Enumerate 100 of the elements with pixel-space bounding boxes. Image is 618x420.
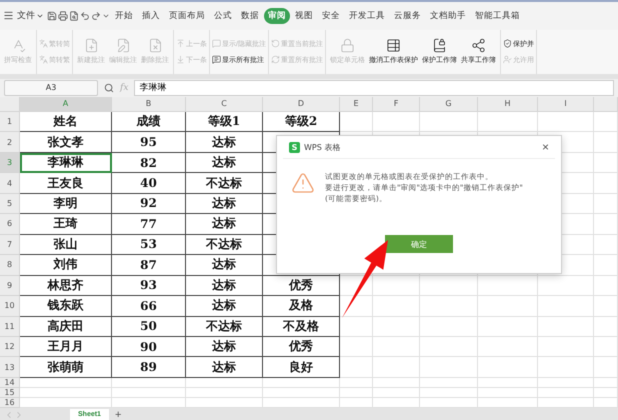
menu-tab[interactable]: 插入: [138, 8, 164, 24]
menu-tab[interactable]: 页面布局: [165, 8, 209, 24]
empty-cell: [340, 337, 373, 358]
empty-cell: [594, 276, 618, 296]
table-cell: 90: [112, 337, 186, 358]
column-header[interactable]: C: [186, 96, 263, 112]
row-header[interactable]: 5: [0, 194, 20, 214]
empty-cell: [538, 296, 594, 317]
row-header[interactable]: 12: [0, 337, 20, 358]
column-header[interactable]: H: [478, 96, 538, 112]
share-icon: [470, 38, 486, 54]
menu-tab[interactable]: 云服务: [390, 8, 425, 24]
menu-tab[interactable]: 智能工具箱: [471, 8, 524, 24]
menu-tab[interactable]: 安全: [318, 8, 344, 24]
empty-cell: [340, 388, 373, 398]
user-check-icon: [502, 55, 512, 64]
table-cell: 张文孝: [20, 132, 112, 153]
redo-icon[interactable]: [91, 10, 101, 21]
comment-text-icon: [212, 55, 221, 64]
table-cell: 李明: [20, 194, 112, 214]
row-header[interactable]: 6: [0, 214, 20, 235]
zoom-icon[interactable]: [104, 82, 114, 93]
empty-cell: [594, 388, 618, 398]
table-cell: 等级2: [263, 112, 340, 132]
row-header[interactable]: 11: [0, 316, 20, 338]
close-button[interactable]: ×: [542, 140, 549, 154]
column-header[interactable]: D: [263, 96, 340, 112]
table-cell: 高庆田: [20, 316, 112, 338]
row-header[interactable]: 8: [0, 255, 20, 276]
undo-icon[interactable]: [80, 10, 90, 21]
file-menu[interactable]: 文件: [15, 9, 46, 22]
empty-cell: [538, 378, 594, 388]
empty-cell: [373, 388, 420, 398]
empty-cell: [478, 388, 538, 398]
table-cell: 刘伟: [20, 255, 112, 276]
column-header[interactable]: B: [112, 96, 186, 112]
row-header[interactable]: 16: [0, 398, 20, 408]
row-header[interactable]: 10: [0, 296, 20, 317]
table-cell: 张山: [20, 234, 112, 256]
printer-icon[interactable]: [58, 10, 68, 21]
column-header[interactable]: G: [420, 96, 478, 112]
table-cell: 93: [112, 276, 186, 296]
menu-tab[interactable]: 开发工具: [345, 8, 389, 24]
translate-icon: [39, 55, 48, 64]
empty-cell: [594, 152, 618, 174]
empty-cell: [594, 255, 618, 276]
save-icon[interactable]: [47, 10, 57, 21]
row-header[interactable]: 7: [0, 234, 20, 256]
table-cell: 王友良: [20, 173, 112, 194]
menu-tab[interactable]: 开始: [111, 8, 137, 24]
table-cell: 达标: [186, 255, 263, 276]
dialog-title: WPS 表格: [304, 142, 342, 152]
empty-cell: [420, 112, 478, 132]
arrow-down-icon: [176, 55, 185, 64]
document-x-icon: [148, 38, 162, 54]
table-cell: 77: [112, 214, 186, 235]
column-header[interactable]: E: [340, 96, 373, 112]
empty-cell: [478, 112, 538, 132]
menu-icon[interactable]: [3, 10, 14, 22]
empty-cell: [594, 234, 618, 256]
column-header[interactable]: F: [373, 96, 420, 112]
column-header[interactable]: I: [538, 96, 594, 112]
row-header[interactable]: 14: [0, 378, 20, 388]
empty-cell: [420, 316, 478, 338]
table-cell: 不及格: [263, 316, 340, 338]
menu-tab[interactable]: 公式: [210, 8, 236, 24]
empty-cell: [420, 357, 478, 378]
name-box[interactable]: A3: [4, 80, 98, 96]
add-sheet-button[interactable]: +: [110, 410, 126, 420]
menu-tab[interactable]: 视图: [291, 8, 317, 24]
empty-cell: [373, 337, 420, 358]
table-cell: 王月月: [20, 337, 112, 358]
formula-input[interactable]: 李琳琳: [134, 80, 614, 96]
empty-cell: [373, 296, 420, 317]
menu-tab[interactable]: 文档助手: [426, 8, 470, 24]
empty-cell: [594, 316, 618, 338]
table-cell: 达标: [186, 337, 263, 358]
row-header[interactable]: 15: [0, 388, 20, 398]
empty-cell: [420, 276, 478, 296]
print-preview-icon[interactable]: [69, 10, 79, 21]
row-header[interactable]: 9: [0, 276, 20, 296]
row-header[interactable]: 1: [0, 112, 20, 132]
empty-cell: [538, 316, 594, 338]
table-cell: 不达标: [186, 316, 263, 338]
row-header[interactable]: 4: [0, 173, 20, 194]
table-cell: 达标: [186, 296, 263, 317]
warning-icon: [291, 171, 315, 195]
table-cell: 达标: [186, 152, 263, 174]
empty-cell: [538, 357, 594, 378]
menu-tab[interactable]: 数据: [237, 8, 263, 24]
empty-cell: [340, 316, 373, 338]
table-cell: 达标: [186, 194, 263, 214]
empty-cell: [594, 194, 618, 214]
empty-cell: [538, 337, 594, 358]
row-header[interactable]: 13: [0, 357, 20, 378]
table-cell: 达标: [186, 132, 263, 153]
table-cell: 良好: [263, 357, 340, 378]
row-header[interactable]: 2: [0, 132, 20, 153]
empty-cell: [373, 316, 420, 338]
table-cell: 53: [112, 234, 186, 256]
